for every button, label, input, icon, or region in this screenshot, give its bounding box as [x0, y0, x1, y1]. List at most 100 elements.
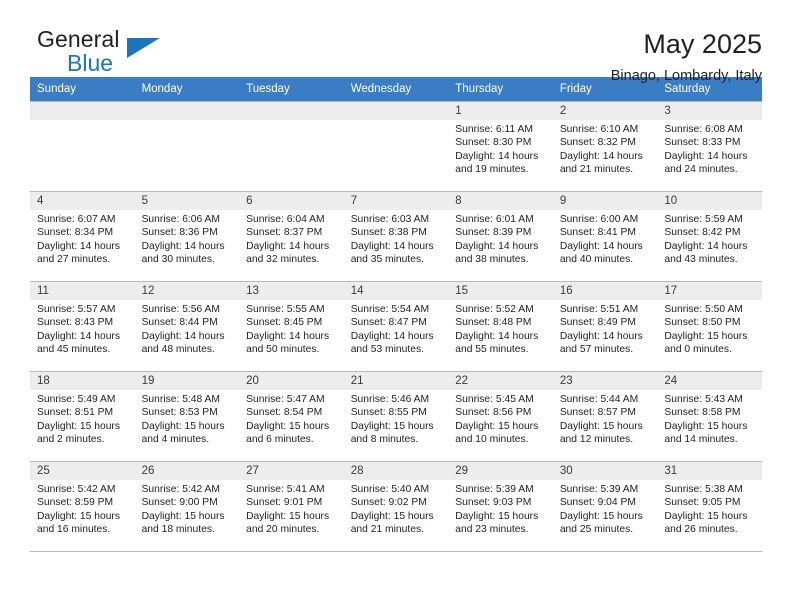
page-header: General Blue May 2025 Binago, Lombardy, … — [30, 0, 762, 84]
day-sunrise-text: Sunrise: 6:08 AM — [664, 124, 743, 135]
day-sun-info: Sunrise: 5:57 AM Sunset: 8:43 PM Daylight:… — [30, 300, 135, 357]
day-daylight1-text: Daylight: 15 hours — [664, 330, 748, 342]
day-sunrise-text: Sunrise: 5:42 AM — [141, 484, 220, 495]
calendar-day-cell[interactable]: 23 Sunrise: 5:44 AM Sunset: 8:57 PM Dayligh… — [552, 371, 658, 462]
day-number: 7 — [343, 192, 449, 210]
day-sunrise-text: Sunrise: 5:55 AM — [246, 304, 325, 315]
day-sunset-text: Sunset: 8:32 PM — [559, 137, 636, 149]
calendar-week-row: 18 Sunrise: 5:49 AM Sunset: 8:51 PM Dayligh… — [30, 371, 762, 462]
calendar-day-cell[interactable]: 20 Sunrise: 5:47 AM Sunset: 8:54 PM Dayligh… — [239, 371, 344, 462]
day-number: 26 — [134, 462, 240, 480]
day-daylight1-text: Daylight: 14 hours — [559, 240, 643, 252]
calendar-day-cell[interactable]: 26 Sunrise: 5:42 AM Sunset: 9:00 PM Dayligh… — [134, 461, 240, 552]
day-sun-info: Sunrise: 5:39 AM Sunset: 9:03 PM Daylight:… — [448, 480, 553, 537]
day-number: 31 — [657, 462, 762, 480]
day-daylight1-text: Daylight: 15 hours — [37, 510, 120, 522]
calendar-body: 1 Sunrise: 6:11 AM Sunset: 8:30 PM Daylight… — [30, 101, 762, 552]
day-sunrise-text: Sunrise: 6:10 AM — [559, 124, 639, 135]
day-number: 17 — [657, 282, 762, 300]
calendar-day-cell[interactable]: 13 Sunrise: 5:55 AM Sunset: 8:45 PM Dayligh… — [239, 281, 344, 372]
calendar-day-cell[interactable]: 31 Sunrise: 5:38 AM Sunset: 9:05 PM Dayligh… — [657, 461, 762, 552]
calendar-day-cell[interactable]: 2 Sunrise: 6:10 AM Sunset: 8:32 PM Daylight… — [552, 101, 658, 192]
day-sunset-text: Sunset: 9:04 PM — [559, 497, 636, 509]
day-number: 5 — [134, 192, 240, 210]
day-sunrise-text: Sunrise: 6:04 AM — [246, 214, 325, 225]
day-daylight1-text: Daylight: 14 hours — [246, 330, 330, 342]
calendar-day-cell[interactable]: 6 Sunrise: 6:04 AM Sunset: 8:37 PM Daylight… — [239, 191, 344, 282]
day-number: 14 — [343, 282, 449, 300]
day-number: 21 — [343, 372, 449, 390]
calendar-day-cell[interactable]: 28 Sunrise: 5:40 AM Sunset: 9:02 PM Dayligh… — [343, 461, 449, 552]
day-sun-info: Sunrise: 5:38 AM Sunset: 9:05 PM Daylight:… — [657, 480, 762, 537]
day-sun-info: Sunrise: 5:42 AM Sunset: 8:59 PM Daylight:… — [30, 480, 135, 537]
calendar-day-cell[interactable]: 11 Sunrise: 5:57 AM Sunset: 8:43 PM Dayligh… — [30, 281, 135, 372]
day-number — [239, 102, 344, 120]
day-sunrise-text: Sunrise: 5:39 AM — [559, 484, 639, 495]
day-sunrise-text: Sunrise: 6:07 AM — [37, 214, 116, 225]
day-sunset-text: Sunset: 8:58 PM — [664, 407, 741, 419]
day-sunset-text: Sunset: 8:49 PM — [559, 317, 636, 329]
day-daylight1-text: Daylight: 14 hours — [350, 240, 434, 252]
day-daylight1-text: Daylight: 15 hours — [246, 420, 330, 432]
calendar-day-cell[interactable]: 7 Sunrise: 6:03 AM Sunset: 8:38 PM Daylight… — [343, 191, 449, 282]
day-daylight2-text: and 4 minutes. — [141, 434, 210, 446]
calendar-day-cell[interactable]: 5 Sunrise: 6:06 AM Sunset: 8:36 PM Daylight… — [134, 191, 240, 282]
calendar-day-cell[interactable]: 3 Sunrise: 6:08 AM Sunset: 8:33 PM Daylight… — [657, 101, 762, 192]
calendar-day-cell[interactable]: 14 Sunrise: 5:54 AM Sunset: 8:47 PM Dayligh… — [343, 281, 449, 372]
day-sunset-text: Sunset: 8:56 PM — [455, 407, 532, 419]
day-sunset-text: Sunset: 9:03 PM — [455, 497, 532, 509]
calendar-day-cell[interactable]: 19 Sunrise: 5:48 AM Sunset: 8:53 PM Dayligh… — [134, 371, 240, 462]
day-daylight1-text: Daylight: 14 hours — [141, 330, 225, 342]
day-daylight1-text: Daylight: 14 hours — [664, 150, 748, 162]
calendar-day-cell[interactable]: 21 Sunrise: 5:46 AM Sunset: 8:55 PM Dayligh… — [343, 371, 449, 462]
day-number: 30 — [552, 462, 658, 480]
calendar-day-cell[interactable]: 30 Sunrise: 5:39 AM Sunset: 9:04 PM Dayligh… — [552, 461, 658, 552]
calendar-day-cell[interactable]: 15 Sunrise: 5:52 AM Sunset: 8:48 PM Dayligh… — [448, 281, 553, 372]
calendar-day-cell[interactable]: 9 Sunrise: 6:00 AM Sunset: 8:41 PM Daylight… — [552, 191, 658, 282]
calendar-day-cell[interactable]: 24 Sunrise: 5:43 AM Sunset: 8:58 PM Dayligh… — [657, 371, 762, 462]
calendar-day-cell[interactable]: 1 Sunrise: 6:11 AM Sunset: 8:30 PM Daylight… — [448, 101, 553, 192]
calendar-day-cell[interactable]: 12 Sunrise: 5:56 AM Sunset: 8:44 PM Dayligh… — [134, 281, 240, 372]
day-sunrise-text: Sunrise: 6:03 AM — [350, 214, 430, 225]
day-number: 2 — [552, 102, 658, 120]
day-number — [343, 102, 449, 120]
day-daylight2-text: and 32 minutes. — [246, 254, 320, 266]
day-daylight2-text: and 35 minutes. — [350, 254, 424, 266]
calendar-day-cell[interactable]: 18 Sunrise: 5:49 AM Sunset: 8:51 PM Dayligh… — [30, 371, 135, 462]
day-number: 9 — [552, 192, 658, 210]
day-daylight2-text: and 55 minutes. — [455, 344, 529, 356]
day-daylight2-text: and 53 minutes. — [350, 344, 424, 356]
day-sunset-text: Sunset: 8:48 PM — [455, 317, 532, 329]
day-sunset-text: Sunset: 8:51 PM — [37, 407, 114, 419]
day-daylight1-text: Daylight: 14 hours — [350, 330, 434, 342]
calendar-day-cell[interactable]: 17 Sunrise: 5:50 AM Sunset: 8:50 PM Dayligh… — [657, 281, 762, 372]
brand-logo[interactable]: General Blue — [30, 26, 230, 82]
day-sun-info: Sunrise: 5:51 AM Sunset: 8:49 PM Daylight:… — [553, 300, 658, 357]
day-sunrise-text: Sunrise: 5:49 AM — [37, 394, 116, 405]
day-daylight1-text: Daylight: 15 hours — [559, 420, 643, 432]
day-sun-info: Sunrise: 5:40 AM Sunset: 9:02 PM Daylight:… — [344, 480, 449, 537]
day-daylight2-text: and 21 minutes. — [559, 164, 634, 176]
calendar-day-cell[interactable]: 27 Sunrise: 5:41 AM Sunset: 9:01 PM Dayligh… — [239, 461, 344, 552]
calendar-day-cell[interactable]: 16 Sunrise: 5:51 AM Sunset: 8:49 PM Dayligh… — [552, 281, 658, 372]
calendar-day-cell[interactable]: 10 Sunrise: 5:59 AM Sunset: 8:42 PM Dayligh… — [657, 191, 762, 282]
day-sun-info: Sunrise: 5:54 AM Sunset: 8:47 PM Daylight:… — [344, 300, 449, 357]
calendar-day-cell[interactable]: 29 Sunrise: 5:39 AM Sunset: 9:03 PM Dayligh… — [448, 461, 553, 552]
day-daylight1-text: Daylight: 15 hours — [455, 420, 539, 432]
day-number — [30, 102, 135, 120]
calendar-day-cell[interactable]: 25 Sunrise: 5:42 AM Sunset: 8:59 PM Dayligh… — [30, 461, 135, 552]
day-sun-info: Sunrise: 5:50 AM Sunset: 8:50 PM Daylight:… — [657, 300, 762, 357]
calendar-day-cell[interactable]: 22 Sunrise: 5:45 AM Sunset: 8:56 PM Dayligh… — [448, 371, 553, 462]
day-sunrise-text: Sunrise: 5:52 AM — [455, 304, 534, 315]
calendar-day-cell[interactable]: 4 Sunrise: 6:07 AM Sunset: 8:34 PM Daylight… — [30, 191, 135, 282]
weekday-header-thursday: Thursday — [448, 77, 553, 102]
day-sunrise-text: Sunrise: 6:11 AM — [455, 124, 533, 135]
day-sunrise-text: Sunrise: 5:40 AM — [350, 484, 430, 495]
day-number: 10 — [657, 192, 762, 210]
day-number: 27 — [239, 462, 344, 480]
day-sun-info: Sunrise: 5:48 AM Sunset: 8:53 PM Daylight:… — [135, 390, 240, 447]
calendar-day-cell[interactable]: 8 Sunrise: 6:01 AM Sunset: 8:39 PM Daylight… — [448, 191, 553, 282]
day-sunrise-text: Sunrise: 5:42 AM — [37, 484, 116, 495]
day-sunset-text: Sunset: 8:57 PM — [559, 407, 636, 419]
day-daylight1-text: Daylight: 15 hours — [141, 420, 225, 432]
